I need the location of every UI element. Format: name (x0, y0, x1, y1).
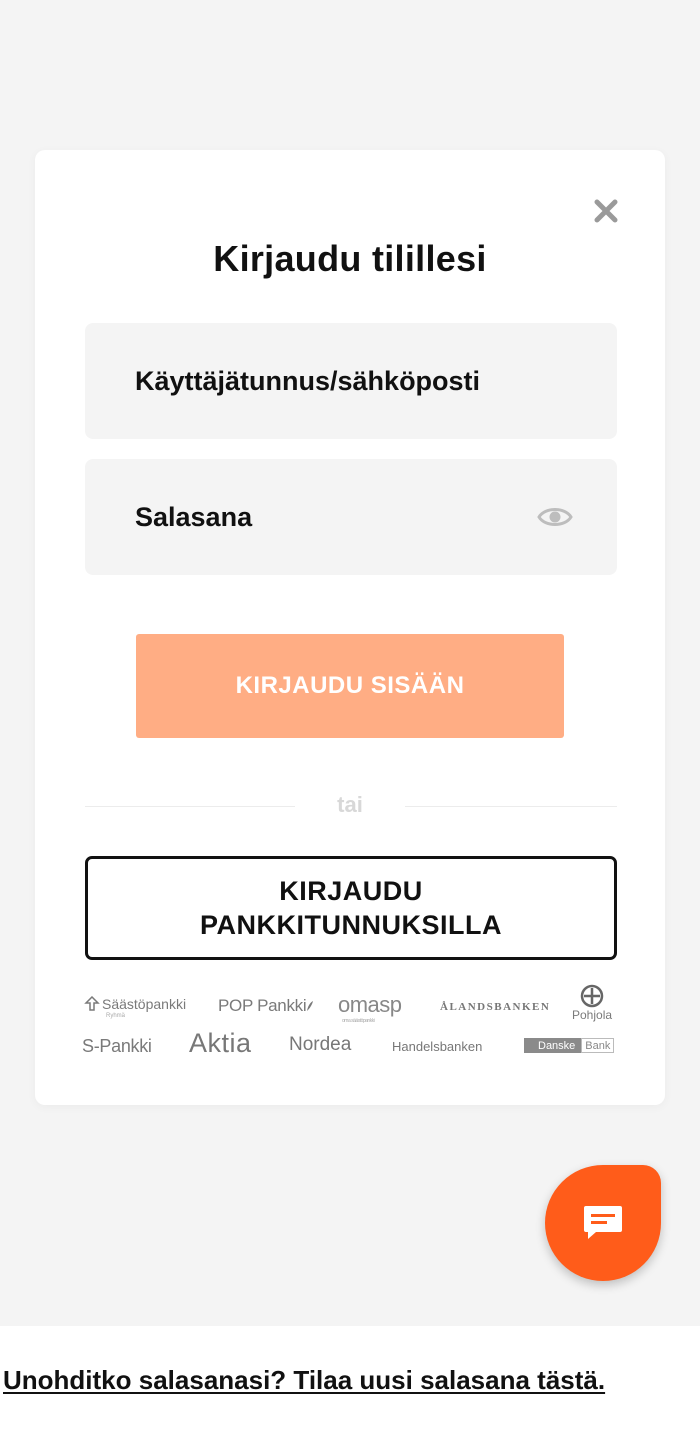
poppankki-leaf-icon (307, 1001, 314, 1011)
close-button[interactable] (591, 196, 621, 226)
modal-title: Kirjaudu tilillesi (213, 238, 487, 279)
pohjola-text: Pohjola (572, 1008, 613, 1022)
password-field[interactable] (85, 459, 617, 575)
divider-line-right (405, 806, 617, 807)
saastopankki-logo: Säästöpankki Ryhmä (84, 996, 187, 1019)
bank-login-button[interactable]: KIRJAUDU PANKKITUNNUKSILLA (85, 856, 617, 960)
chat-bubble-icon (584, 1206, 622, 1239)
close-icon (594, 199, 618, 223)
username-field[interactable] (85, 323, 617, 439)
alandsbanken-logo: ÅLANDSBANKEN (440, 1001, 551, 1013)
bank-text: Bank (581, 1038, 615, 1053)
login-button[interactable]: KIRJAUDU SISÄÄN (136, 634, 564, 738)
pohjola-emblem-icon (580, 984, 604, 1008)
omasp-subtext: oma säästöpankki (342, 1018, 375, 1024)
aktia-logo: Aktia (189, 1028, 252, 1058)
poppankki-text: POP Pankki (218, 996, 307, 1015)
saastopankki-leaf-icon (84, 996, 100, 1011)
login-modal: Kirjaudu tilillesi KIRJAUDU SISÄÄN tai K… (35, 150, 665, 1105)
poppankki-logo: POP Pankki (218, 996, 314, 1016)
password-visibility-toggle[interactable] (537, 501, 573, 533)
pohjola-logo: Pohjola (572, 984, 612, 1022)
omasp-text: omasp (338, 992, 402, 1017)
omasp-logo: omasp oma säästöpankki (338, 992, 402, 1024)
saastopankki-subtext: Ryhmä (106, 1013, 126, 1019)
danske-bank-logo: Danske Bank (524, 1038, 615, 1053)
nordea-logo: Nordea (289, 1034, 352, 1055)
forgot-password-link[interactable]: Unohditko salasanasi? Tilaa uusi salasan… (3, 1365, 700, 1396)
eye-icon (537, 508, 573, 526)
username-input[interactable] (85, 323, 617, 439)
saastopankki-text: Säästöpankki (102, 996, 187, 1012)
chat-button[interactable] (545, 1165, 661, 1281)
danske-text: Danske (524, 1038, 582, 1053)
divider-text: tai (337, 792, 363, 817)
handelsbanken-logo: Handelsbanken (392, 1039, 483, 1054)
spankki-logo: S-Pankki (82, 1036, 152, 1056)
